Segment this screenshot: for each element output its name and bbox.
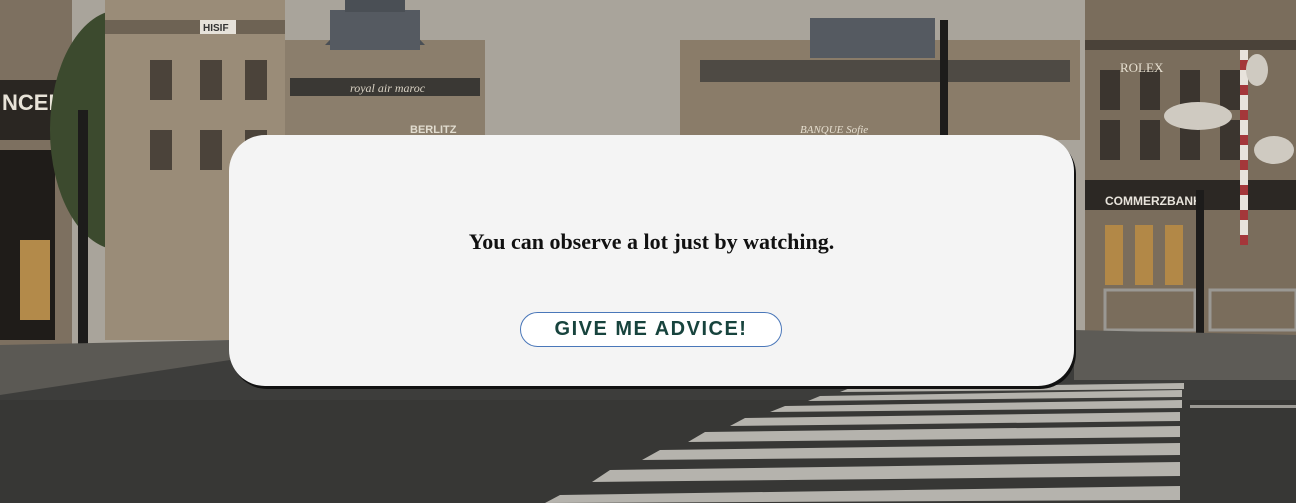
royal-sign: royal air maroc xyxy=(350,81,426,95)
advice-card: You can observe a lot just by watching. … xyxy=(229,135,1074,386)
rolex-sign: ROLEX xyxy=(1120,60,1164,75)
commerzbank-sign: COMMERZBANK xyxy=(1105,194,1202,208)
give-me-advice-button[interactable]: GIVE ME ADVICE! xyxy=(520,312,782,347)
hisif-sign: HISIF xyxy=(203,23,229,34)
advice-text: You can observe a lot just by watching. xyxy=(468,229,835,254)
